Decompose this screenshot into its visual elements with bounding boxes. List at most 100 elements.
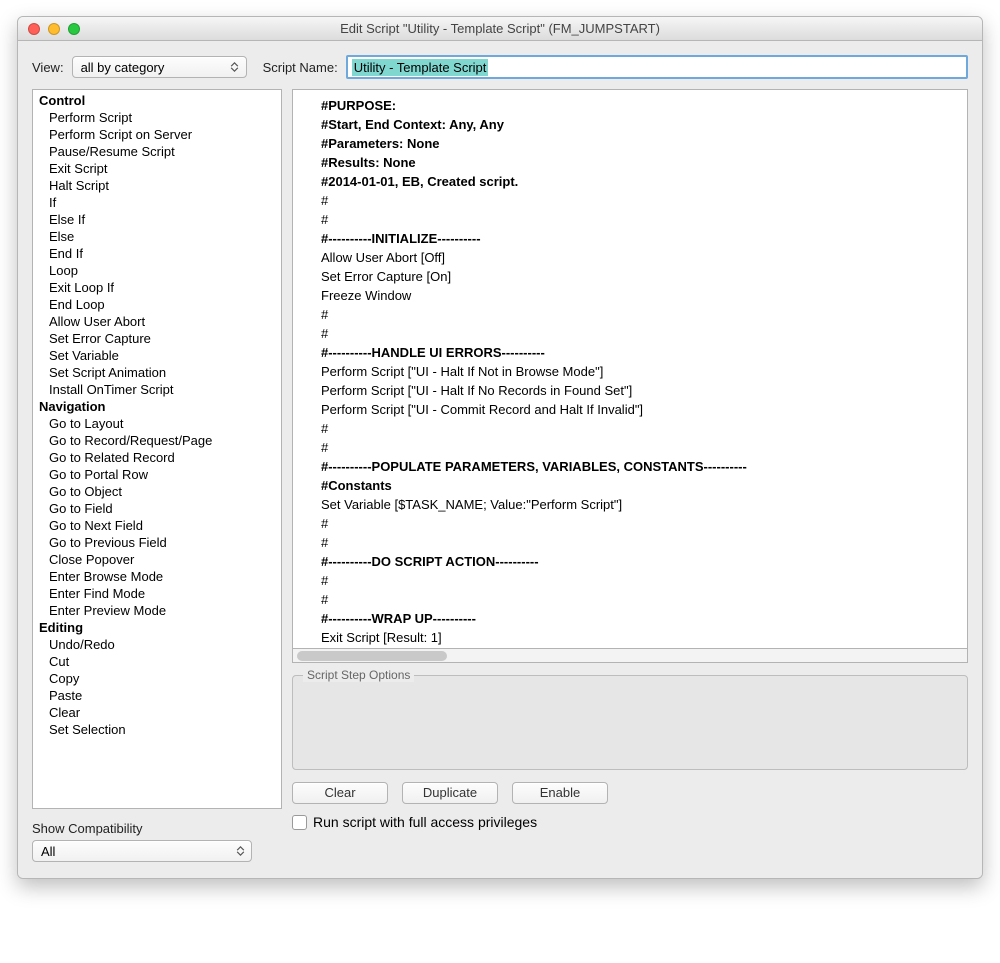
step-item[interactable]: Go to Layout: [37, 415, 281, 432]
titlebar[interactable]: Edit Script "Utility - Template Script" …: [18, 17, 982, 41]
step-item[interactable]: End If: [37, 245, 281, 262]
script-line[interactable]: #----------WRAP UP----------: [321, 609, 959, 628]
script-line[interactable]: #----------HANDLE UI ERRORS----------: [321, 343, 959, 362]
script-line[interactable]: Freeze Window: [321, 286, 959, 305]
right-column: #PURPOSE:#Start, End Context: Any, Any#P…: [292, 89, 968, 862]
step-item[interactable]: Enter Find Mode: [37, 585, 281, 602]
script-name-label: Script Name:: [263, 60, 338, 75]
script-line[interactable]: Allow User Abort [Off]: [321, 248, 959, 267]
step-item[interactable]: Go to Next Field: [37, 517, 281, 534]
chevron-updown-icon: [228, 62, 242, 72]
script-line[interactable]: #Results: None: [321, 153, 959, 172]
script-line[interactable]: Perform Script ["UI - Halt If Not in Bro…: [321, 362, 959, 381]
compat-select[interactable]: All: [32, 840, 252, 862]
step-item[interactable]: Enter Preview Mode: [37, 602, 281, 619]
script-step-list[interactable]: ControlPerform ScriptPerform Script on S…: [32, 89, 282, 809]
script-line[interactable]: #: [321, 210, 959, 229]
script-line[interactable]: Set Variable [$TASK_NAME; Value:"Perform…: [321, 495, 959, 514]
step-item[interactable]: Go to Record/Request/Page: [37, 432, 281, 449]
step-category: Control: [37, 92, 281, 109]
view-select-value: all by category: [81, 60, 165, 75]
main-split: ControlPerform ScriptPerform Script on S…: [32, 89, 968, 862]
script-line[interactable]: #Parameters: None: [321, 134, 959, 153]
step-item[interactable]: Undo/Redo: [37, 636, 281, 653]
script-line[interactable]: #: [321, 305, 959, 324]
top-row: View: all by category Script Name: Utili…: [32, 55, 968, 79]
step-item[interactable]: Set Selection: [37, 721, 281, 738]
view-label: View:: [32, 60, 64, 75]
step-item[interactable]: Exit Loop If: [37, 279, 281, 296]
content-area: View: all by category Script Name: Utili…: [18, 41, 982, 878]
step-item[interactable]: Loop: [37, 262, 281, 279]
step-item[interactable]: Install OnTimer Script: [37, 381, 281, 398]
step-item[interactable]: Else: [37, 228, 281, 245]
script-line[interactable]: #: [321, 438, 959, 457]
full-access-label: Run script with full access privileges: [313, 814, 537, 830]
step-item[interactable]: Set Variable: [37, 347, 281, 364]
script-line[interactable]: #: [321, 590, 959, 609]
step-item[interactable]: Perform Script on Server: [37, 126, 281, 143]
scroll-thumb[interactable]: [297, 651, 447, 661]
compatibility-area: Show Compatibility All: [32, 821, 282, 862]
step-item[interactable]: Copy: [37, 670, 281, 687]
duplicate-button[interactable]: Duplicate: [402, 782, 498, 804]
script-line[interactable]: #Constants: [321, 476, 959, 495]
script-body[interactable]: #PURPOSE:#Start, End Context: Any, Any#P…: [292, 89, 968, 649]
script-line[interactable]: #: [321, 419, 959, 438]
step-item[interactable]: Perform Script: [37, 109, 281, 126]
step-item[interactable]: Else If: [37, 211, 281, 228]
step-item[interactable]: Paste: [37, 687, 281, 704]
step-item[interactable]: Halt Script: [37, 177, 281, 194]
left-column: ControlPerform ScriptPerform Script on S…: [32, 89, 282, 862]
step-item[interactable]: Enter Browse Mode: [37, 568, 281, 585]
script-line[interactable]: #: [321, 514, 959, 533]
action-row: Clear Duplicate Enable: [292, 782, 968, 804]
script-line[interactable]: #Start, End Context: Any, Any: [321, 115, 959, 134]
script-step-options: Script Step Options: [292, 675, 968, 770]
compat-label: Show Compatibility: [32, 821, 282, 836]
step-item[interactable]: If: [37, 194, 281, 211]
step-item[interactable]: Exit Script: [37, 160, 281, 177]
script-line[interactable]: #: [321, 571, 959, 590]
script-line[interactable]: #----------DO SCRIPT ACTION----------: [321, 552, 959, 571]
step-item[interactable]: Go to Field: [37, 500, 281, 517]
script-line[interactable]: Set Error Capture [On]: [321, 267, 959, 286]
step-item[interactable]: Set Script Animation: [37, 364, 281, 381]
edit-script-window: Edit Script "Utility - Template Script" …: [17, 16, 983, 879]
options-legend: Script Step Options: [303, 668, 414, 682]
step-item[interactable]: Pause/Resume Script: [37, 143, 281, 160]
step-item[interactable]: Cut: [37, 653, 281, 670]
script-line[interactable]: Exit Script [Result: 1]: [321, 628, 959, 647]
step-category: Navigation: [37, 398, 281, 415]
script-line[interactable]: #2014-01-01, EB, Created script.: [321, 172, 959, 191]
script-line[interactable]: #: [321, 191, 959, 210]
script-name-value: Utility - Template Script: [352, 59, 489, 76]
chevron-updown-icon: [233, 846, 247, 856]
step-item[interactable]: Set Error Capture: [37, 330, 281, 347]
script-name-input[interactable]: Utility - Template Script: [346, 55, 968, 79]
step-item[interactable]: Go to Previous Field: [37, 534, 281, 551]
script-line[interactable]: #PURPOSE:: [321, 96, 959, 115]
compat-value: All: [41, 844, 55, 859]
clear-button[interactable]: Clear: [292, 782, 388, 804]
step-item[interactable]: Allow User Abort: [37, 313, 281, 330]
view-select[interactable]: all by category: [72, 56, 247, 78]
window-title: Edit Script "Utility - Template Script" …: [18, 21, 982, 36]
script-line[interactable]: #: [321, 533, 959, 552]
script-line[interactable]: #----------POPULATE PARAMETERS, VARIABLE…: [321, 457, 959, 476]
step-item[interactable]: Go to Related Record: [37, 449, 281, 466]
enable-button[interactable]: Enable: [512, 782, 608, 804]
step-item[interactable]: End Loop: [37, 296, 281, 313]
full-access-checkbox[interactable]: [292, 815, 307, 830]
step-item[interactable]: Clear: [37, 704, 281, 721]
script-line[interactable]: #----------INITIALIZE----------: [321, 229, 959, 248]
full-access-row: Run script with full access privileges: [292, 814, 968, 830]
step-item[interactable]: Go to Object: [37, 483, 281, 500]
script-line[interactable]: Perform Script ["UI - Commit Record and …: [321, 400, 959, 419]
step-item[interactable]: Go to Portal Row: [37, 466, 281, 483]
step-item[interactable]: Close Popover: [37, 551, 281, 568]
script-line[interactable]: #: [321, 324, 959, 343]
horizontal-scrollbar[interactable]: [292, 649, 968, 663]
step-category: Editing: [37, 619, 281, 636]
script-line[interactable]: Perform Script ["UI - Halt If No Records…: [321, 381, 959, 400]
